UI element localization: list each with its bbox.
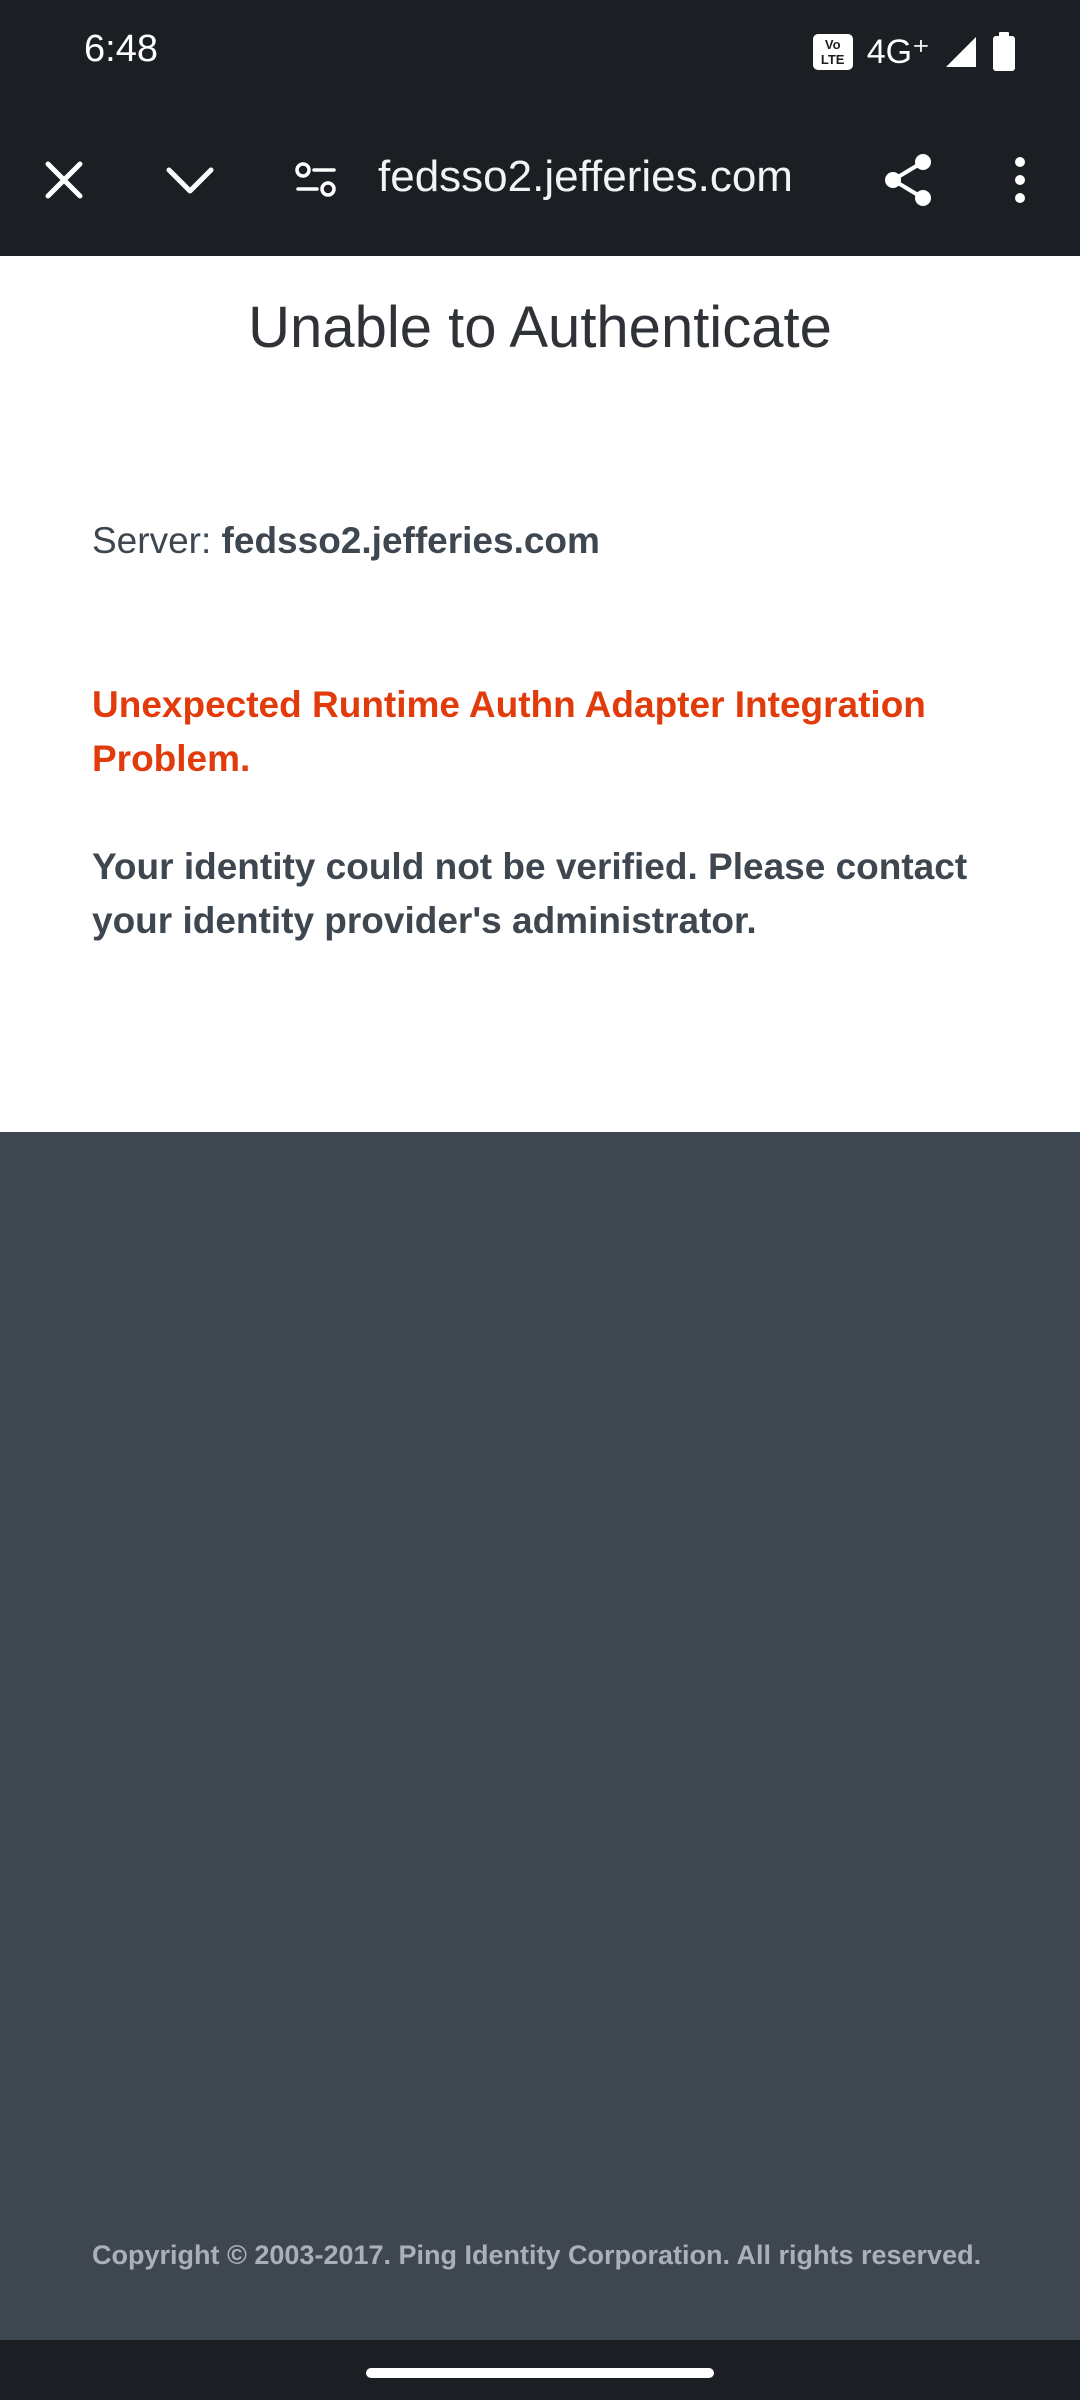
footer-copyright: Copyright © 2003-2017. Ping Identity Cor… (92, 2240, 982, 2270)
share-button[interactable] (868, 140, 948, 220)
signal-icon (946, 37, 976, 67)
navigation-bar (0, 2340, 1080, 2400)
browser-toolbar: fedsso2.jefferies.com (0, 104, 1080, 256)
more-vert-icon (1015, 157, 1025, 203)
chevron-down-icon (166, 167, 214, 194)
status-bar: 6:48 Vo LTE 4G⁺ (0, 0, 1080, 104)
network-type-label: 4G⁺ (866, 33, 930, 71)
page-title: Unable to Authenticate (248, 295, 832, 360)
error-message: Unexpected Runtime Authn Adapter Integra… (92, 684, 926, 779)
battery-icon (993, 32, 1015, 71)
site-settings-button[interactable] (276, 140, 356, 220)
close-icon (45, 161, 83, 199)
close-tab-button[interactable] (24, 140, 104, 220)
page-content: Unable to Authenticate Server: fedsso2.j… (0, 256, 1080, 1132)
minimize-button[interactable] (150, 140, 230, 220)
more-options-button[interactable] (980, 140, 1060, 220)
status-time: 6:48 (84, 28, 158, 70)
info-message: Your identity could not be verified. Ple… (92, 846, 968, 941)
server-label: Server: (92, 520, 222, 561)
server-line: Server: fedsso2.jefferies.com (92, 520, 600, 562)
gesture-handle[interactable] (366, 2368, 714, 2378)
share-icon (885, 154, 931, 206)
server-value: fedsso2.jefferies.com (221, 520, 600, 561)
status-icons: Vo LTE 4G⁺ (812, 30, 1016, 74)
volte-icon: Vo LTE (812, 34, 853, 70)
url-bar[interactable]: fedsso2.jefferies.com (378, 152, 793, 202)
site-settings-icon (295, 162, 336, 197)
